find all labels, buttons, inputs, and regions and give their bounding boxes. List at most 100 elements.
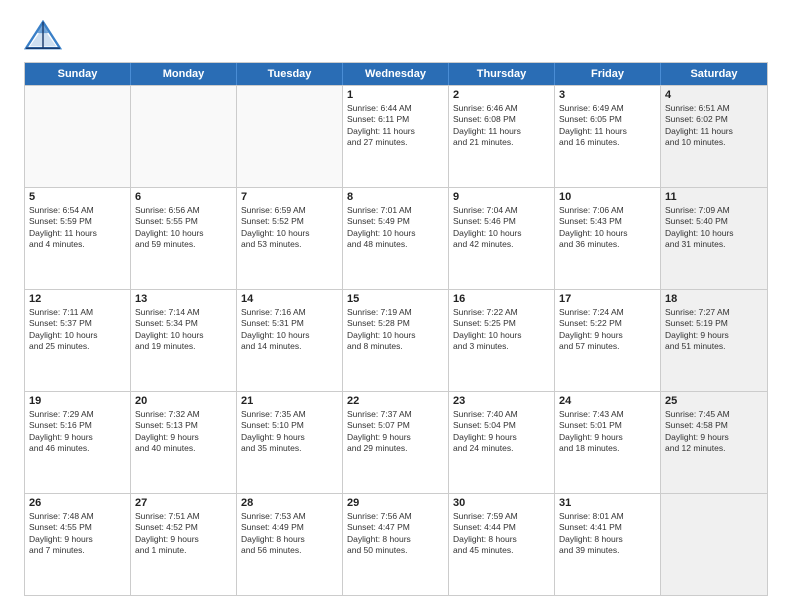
cal-cell: 15Sunrise: 7:19 AMSunset: 5:28 PMDayligh… (343, 290, 449, 391)
cell-line: Daylight: 9 hours (135, 432, 232, 443)
cell-line: Daylight: 8 hours (241, 534, 338, 545)
cell-line: Daylight: 11 hours (29, 228, 126, 239)
cell-line: Sunset: 5:49 PM (347, 216, 444, 227)
cal-cell: 31Sunrise: 8:01 AMSunset: 4:41 PMDayligh… (555, 494, 661, 595)
day-number: 6 (135, 191, 232, 203)
cell-line: Sunset: 5:19 PM (665, 318, 763, 329)
cell-line: and 4 minutes. (29, 239, 126, 250)
cell-line: and 24 minutes. (453, 443, 550, 454)
cell-line: Daylight: 9 hours (453, 432, 550, 443)
cell-line: Sunset: 4:47 PM (347, 522, 444, 533)
cell-line: Daylight: 10 hours (453, 330, 550, 341)
day-number: 24 (559, 395, 656, 407)
cell-line: Sunset: 4:49 PM (241, 522, 338, 533)
cell-line: Sunset: 5:55 PM (135, 216, 232, 227)
cell-line: Sunrise: 7:19 AM (347, 307, 444, 318)
cell-line: Sunrise: 7:53 AM (241, 511, 338, 522)
day-number: 27 (135, 497, 232, 509)
cell-line: Sunset: 5:16 PM (29, 420, 126, 431)
day-number: 1 (347, 89, 444, 101)
cell-line: Sunrise: 7:04 AM (453, 205, 550, 216)
cell-line: Daylight: 11 hours (347, 126, 444, 137)
cal-cell (237, 86, 343, 187)
cell-line: Sunrise: 7:40 AM (453, 409, 550, 420)
cell-line: Sunrise: 6:49 AM (559, 103, 656, 114)
cell-line: Sunset: 5:52 PM (241, 216, 338, 227)
cell-line: and 46 minutes. (29, 443, 126, 454)
cell-line: Daylight: 9 hours (135, 534, 232, 545)
cell-line: and 1 minute. (135, 545, 232, 556)
cell-line: Sunset: 5:59 PM (29, 216, 126, 227)
cal-cell: 8Sunrise: 7:01 AMSunset: 5:49 PMDaylight… (343, 188, 449, 289)
cell-line: and 31 minutes. (665, 239, 763, 250)
cell-line: Daylight: 10 hours (135, 330, 232, 341)
day-number: 21 (241, 395, 338, 407)
day-number: 16 (453, 293, 550, 305)
cell-line: Daylight: 9 hours (559, 330, 656, 341)
calendar: SundayMondayTuesdayWednesdayThursdayFrid… (24, 62, 768, 596)
cal-cell: 18Sunrise: 7:27 AMSunset: 5:19 PMDayligh… (661, 290, 767, 391)
cell-line: Daylight: 10 hours (665, 228, 763, 239)
cell-line: Sunrise: 7:29 AM (29, 409, 126, 420)
logo (24, 20, 66, 52)
cal-cell: 24 Sunrise: 7:43 AMSunset: 5:01 PMDayligh… (555, 392, 661, 493)
cell-line: Daylight: 9 hours (559, 432, 656, 443)
header (24, 20, 768, 52)
cell-line: Sunset: 5:28 PM (347, 318, 444, 329)
day-number: 28 (241, 497, 338, 509)
cell-line: and 16 minutes. (559, 137, 656, 148)
day-number: 23 (453, 395, 550, 407)
cell-line: Daylight: 10 hours (29, 330, 126, 341)
cal-cell: 9Sunrise: 7:04 AMSunset: 5:46 PMDaylight… (449, 188, 555, 289)
cell-line: Sunset: 5:10 PM (241, 420, 338, 431)
cal-cell: 30Sunrise: 7:59 AMSunset: 4:44 PMDayligh… (449, 494, 555, 595)
cell-line: Daylight: 10 hours (559, 228, 656, 239)
day-number: 4 (665, 89, 763, 101)
day-number: 20 (135, 395, 232, 407)
cal-cell: 7Sunrise: 6:59 AMSunset: 5:52 PMDaylight… (237, 188, 343, 289)
cell-line: Sunrise: 6:44 AM (347, 103, 444, 114)
cell-line: Sunrise: 7:22 AM (453, 307, 550, 318)
cell-line: Daylight: 9 hours (29, 534, 126, 545)
cell-line: Daylight: 8 hours (347, 534, 444, 545)
cell-line: Sunrise: 7:14 AM (135, 307, 232, 318)
page: SundayMondayTuesdayWednesdayThursdayFrid… (0, 0, 792, 612)
day-number: 29 (347, 497, 444, 509)
cell-line: Daylight: 10 hours (135, 228, 232, 239)
cal-cell: 22Sunrise: 7:37 AMSunset: 5:07 PMDayligh… (343, 392, 449, 493)
cell-line: and 51 minutes. (665, 341, 763, 352)
calendar-header-row: SundayMondayTuesdayWednesdayThursdayFrid… (25, 63, 767, 85)
cell-line: Sunrise: 6:46 AM (453, 103, 550, 114)
cell-line: and 3 minutes. (453, 341, 550, 352)
cell-line: Sunrise: 6:56 AM (135, 205, 232, 216)
cal-cell: 23Sunrise: 7:40 AMSunset: 5:04 PMDayligh… (449, 392, 555, 493)
cell-line: Sunset: 5:46 PM (453, 216, 550, 227)
cell-line: and 40 minutes. (135, 443, 232, 454)
day-number: 25 (665, 395, 763, 407)
cell-line: Sunrise: 7:09 AM (665, 205, 763, 216)
cell-line: Daylight: 11 hours (665, 126, 763, 137)
cell-line: Sunset: 4:52 PM (135, 522, 232, 533)
cal-header-saturday: Saturday (661, 63, 767, 85)
cell-line: and 42 minutes. (453, 239, 550, 250)
cell-line: Daylight: 10 hours (347, 330, 444, 341)
cell-line: and 39 minutes. (559, 545, 656, 556)
day-number: 31 (559, 497, 656, 509)
cal-cell: 4Sunrise: 6:51 AMSunset: 6:02 PMDaylight… (661, 86, 767, 187)
cal-header-sunday: Sunday (25, 63, 131, 85)
cal-cell: 20Sunrise: 7:32 AMSunset: 5:13 PMDayligh… (131, 392, 237, 493)
cell-line: and 36 minutes. (559, 239, 656, 250)
cell-line: Daylight: 10 hours (453, 228, 550, 239)
cell-line: and 10 minutes. (665, 137, 763, 148)
cell-line: Sunrise: 7:11 AM (29, 307, 126, 318)
cell-line: and 7 minutes. (29, 545, 126, 556)
cell-line: Sunset: 5:01 PM (559, 420, 656, 431)
cell-line: Sunset: 4:55 PM (29, 522, 126, 533)
cal-header-wednesday: Wednesday (343, 63, 449, 85)
cell-line: Sunrise: 7:43 AM (559, 409, 656, 420)
cell-line: Sunset: 6:11 PM (347, 114, 444, 125)
day-number: 5 (29, 191, 126, 203)
cell-line: Sunrise: 7:06 AM (559, 205, 656, 216)
cell-line: Daylight: 10 hours (241, 330, 338, 341)
cal-cell (131, 86, 237, 187)
